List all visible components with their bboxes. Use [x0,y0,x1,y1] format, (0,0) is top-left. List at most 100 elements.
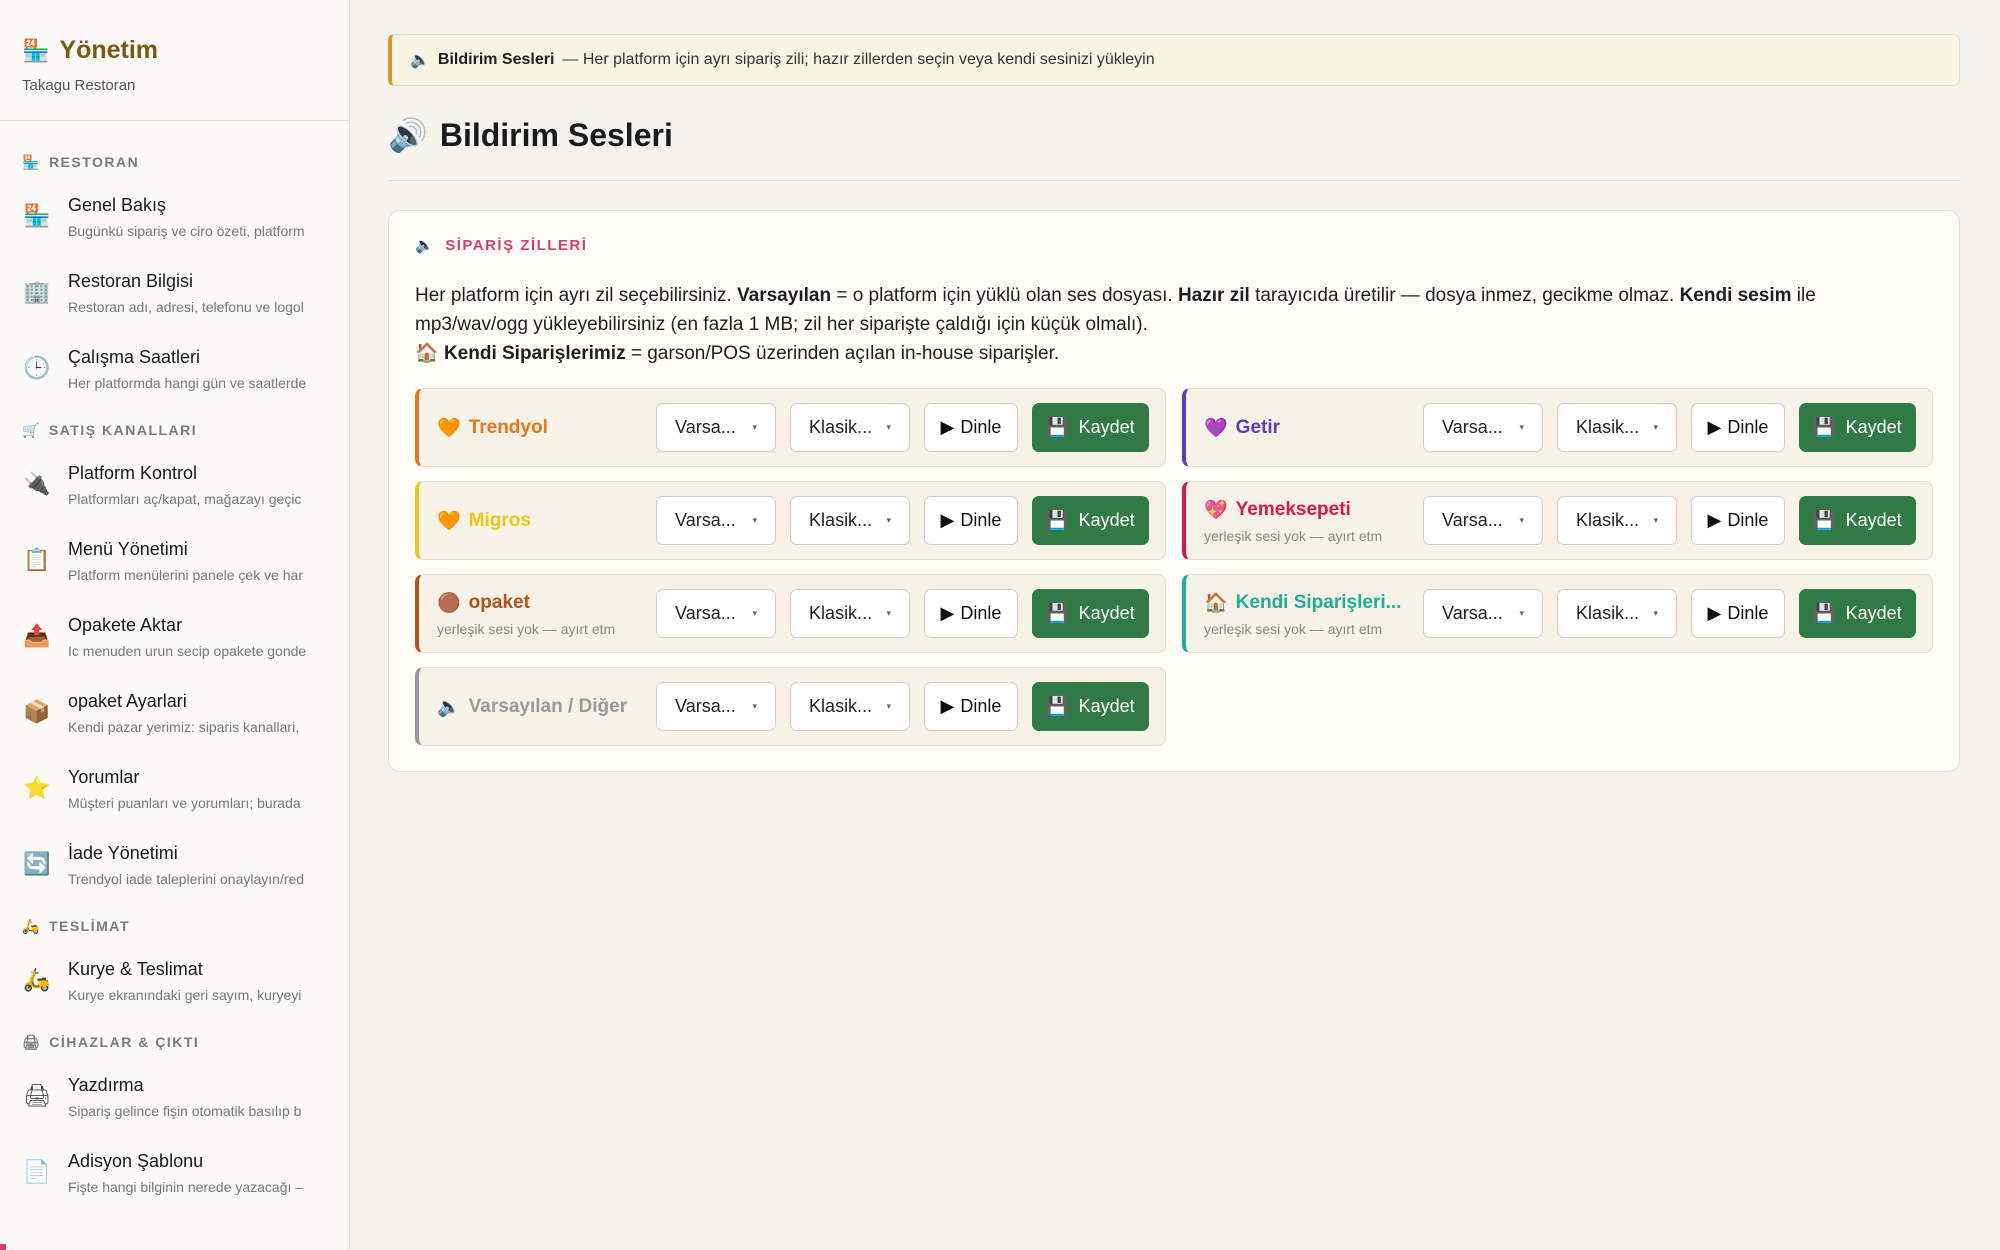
nav-section-header: 🛵 TESLİMAT [0,905,349,945]
platform-name-text: Migros [468,509,531,531]
sidebar-item[interactable]: 🖨 Yazdırma Sipariş gelince fişin otomati… [0,1061,349,1137]
sound-source-select[interactable]: Varsa... ▾ [1423,589,1544,638]
house-icon: 🏠 [415,343,439,364]
select-value: Varsa... [1442,603,1503,623]
platform-name: 🧡 Migros [437,509,642,533]
sidebar-item[interactable]: 🕒 Çalışma Saatleri Her platformda hangi … [0,333,349,409]
save-button[interactable]: 💾 Kaydet [1031,682,1149,731]
bell-preset-select[interactable]: Klasik... ▾ [790,496,911,545]
chevron-down-icon: ▾ [886,701,892,711]
floppy-disk-icon: 💾 [1046,603,1069,623]
sound-source-select[interactable]: Varsa... ▾ [656,589,777,638]
listen-label: Dinle [960,510,1002,530]
nav-item-desc: Sipariş gelince fişin otomatik basılıp b [68,1103,302,1119]
nav-item-text: İade Yönetimi Trendyol iade taleplerini … [68,837,327,887]
sidebar-item[interactable]: 📦 opaket Ayarlari Kendi pazar yerimiz: s… [0,677,349,753]
save-button[interactable]: 💾 Kaydet [1798,496,1916,545]
info-banner: 🔈 Bildirim Sesleri — Her platform için a… [388,34,1960,86]
listen-button[interactable]: ▶ Dinle [924,496,1018,545]
platform-bell-row: 🔈 Varsayılan / Diğer Varsa... ▾ Klasik..… [415,667,1166,746]
sidebar-item[interactable]: 🛵 Kurye & Teslimat Kurye ekranındaki ger… [0,945,349,1021]
desc-text: tarayıcıda üretilir — dosya inmez, gecik… [1249,285,1680,306]
platform-icon: 💜 [1204,417,1228,439]
bell-preset-select[interactable]: Klasik... ▾ [790,682,911,731]
save-button[interactable]: 💾 Kaydet [1031,403,1149,452]
platform-name-text: Yemeksepeti [1235,498,1351,520]
nav-item-title: Opakete Aktar [68,615,183,635]
platform-name-text: Getir [1235,416,1281,438]
nav-item-text: Adisyon Şablonu Fişte hangi bilginin ner… [68,1145,327,1195]
platform-name: 🏠 Kendi Siparişleri... [1204,591,1409,615]
platform-bell-row: 🏠 Kendi Siparişleri... yerleşik sesi yok… [1182,574,1933,653]
listen-label: Dinle [1727,510,1769,530]
nav-item-text: Platform Kontrol Platformları aç/kapat, … [68,457,327,507]
main-content: 🔈 Bildirim Sesleri — Her platform için a… [388,34,1960,772]
sound-source-select[interactable]: Varsa... ▾ [1423,496,1544,545]
floppy-disk-icon: 💾 [1813,417,1836,437]
save-label: Kaydet [1078,510,1135,530]
chevron-down-icon: ▾ [886,515,892,525]
platform-note: yerleşik sesi yok — ayırt etm [1204,620,1383,637]
bell-preset-select[interactable]: Klasik... ▾ [1557,589,1678,638]
sidebar-item[interactable]: 🔌 Platform Kontrol Platformları aç/kapat… [0,449,349,525]
select-value: Klasik... [1576,417,1640,437]
sound-source-select[interactable]: Varsa... ▾ [656,682,777,731]
bell-preset-select[interactable]: Klasik... ▾ [1557,496,1678,545]
listen-button[interactable]: ▶ Dinle [924,403,1018,452]
select-value: Varsa... [675,510,736,530]
platform-bell-row: 🟤 opaket yerleşik sesi yok — ayırt etm V… [415,574,1166,653]
platform-info: 🧡 Migros [437,509,642,533]
save-button[interactable]: 💾 Kaydet [1798,589,1916,638]
sound-source-select[interactable]: Varsa... ▾ [656,496,777,545]
save-button[interactable]: 💾 Kaydet [1031,496,1149,545]
nav-item-title: Yorumlar [68,767,140,787]
nav-item-icon: 🔌 [23,471,51,496]
platform-bell-row: 🧡 Migros Varsa... ▾ Klasik... ▾ ▶ Dinle … [415,481,1166,560]
nav-item-desc: Kurye ekranındaki geri sayım, kuryeyi [68,987,302,1003]
nav-item-icon: 🔄 [23,851,51,876]
sidebar-item[interactable]: 📤 Opakete Aktar Ic menuden urun secip op… [0,601,349,677]
sidebar-item[interactable]: 📋 Menü Yönetimi Platform menülerini pane… [0,525,349,601]
nav-item-icon: 🏢 [23,279,51,304]
save-button[interactable]: 💾 Kaydet [1031,589,1149,638]
floppy-disk-icon: 💾 [1813,510,1836,530]
listen-button[interactable]: ▶ Dinle [924,589,1018,638]
listen-button[interactable]: ▶ Dinle [1691,589,1785,638]
sidebar-item[interactable]: 🏢 Restoran Bilgisi Restoran adı, adresi,… [0,257,349,333]
platform-icon: 🟤 [437,592,461,614]
chevron-down-icon: ▾ [886,422,892,432]
select-value: Klasik... [809,510,873,530]
nav-item-text: opaket Ayarlari Kendi pazar yerimiz: sip… [68,685,327,735]
banner-title: Bildirim Sesleri [437,51,555,68]
divider [388,180,1960,181]
nav-item-icon: 🏪 [23,203,51,228]
sidebar-item[interactable]: 🔄 İade Yönetimi Trendyol iade taleplerin… [0,829,349,905]
sidebar-item[interactable]: 📄 Adisyon Şablonu Fişte hangi bilginin n… [0,1137,349,1213]
nav-item-text: Menü Yönetimi Platform menülerini panele… [68,533,327,583]
nav-item-title: Yazdırma [68,1075,144,1095]
sidebar-item[interactable]: ⭐ Yorumlar Müşteri puanları ve yorumları… [0,753,349,829]
nav-item-desc: Platformları aç/kapat, mağazayı geçic [68,491,302,507]
section-icon: 🖨 [22,1033,42,1050]
bell-preset-select[interactable]: Klasik... ▾ [790,403,911,452]
bell-preset-select[interactable]: Klasik... ▾ [1557,403,1678,452]
platform-note: yerleşik sesi yok — ayırt etm [1204,527,1383,544]
bell-preset-select[interactable]: Klasik... ▾ [790,589,911,638]
nav-item-title: Kurye & Teslimat [68,959,203,979]
save-button[interactable]: 💾 Kaydet [1798,403,1916,452]
save-label: Kaydet [1845,417,1902,437]
sidebar-item[interactable]: 🏪 Genel Bakış Bugünkü sipariş ve ciro öz… [0,181,349,257]
platform-name: 💜 Getir [1204,416,1409,440]
platform-note: yerleşik sesi yok — ayırt etm [437,620,616,637]
select-value: Klasik... [809,696,873,716]
desc-text: Her platform için ayrı zil seçebilirsini… [415,285,738,306]
listen-button[interactable]: ▶ Dinle [1691,496,1785,545]
platform-name: 🟤 opaket [437,591,642,615]
listen-button[interactable]: ▶ Dinle [1691,403,1785,452]
nav-item-desc: Bugünkü sipariş ve ciro özeti, platform [68,223,305,239]
nav-item-desc: Müşteri puanları ve yorumları; burada [68,795,301,811]
sound-source-select[interactable]: Varsa... ▾ [1423,403,1544,452]
listen-button[interactable]: ▶ Dinle [924,682,1018,731]
brand-title[interactable]: 🏪 Yönetim [22,36,327,65]
sound-source-select[interactable]: Varsa... ▾ [656,403,777,452]
